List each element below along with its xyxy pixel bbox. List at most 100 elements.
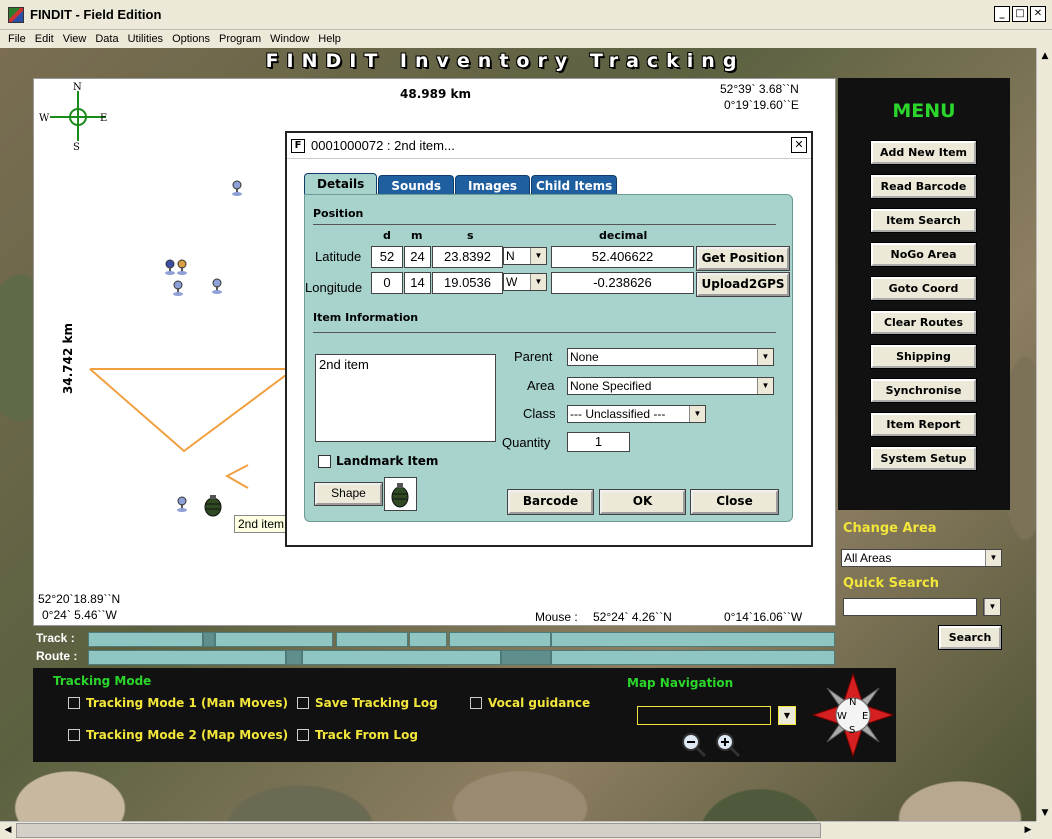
pin-icon[interactable] (176, 496, 188, 512)
menu-bar: File Edit View Data Utilities Options Pr… (0, 30, 1052, 48)
scroll-thumb[interactable] (16, 823, 821, 838)
dialog-close-icon[interactable]: ✕ (791, 137, 807, 153)
menu-utilities[interactable]: Utilities (128, 33, 163, 45)
tracking-mode-1-checkbox[interactable] (68, 697, 80, 709)
grenade-icon[interactable] (204, 493, 222, 517)
track-cell (336, 632, 408, 647)
nogo-area-button[interactable]: NoGo Area (870, 242, 977, 267)
chevron-down-icon[interactable]: ▼ (689, 406, 705, 422)
maximize-button[interactable]: □ (1012, 6, 1028, 22)
item-info-section-label: Item Information (313, 311, 419, 324)
change-area-select[interactable]: All Areas ▼ (841, 549, 1002, 567)
pin-icon[interactable] (231, 180, 243, 196)
tracking-mode-1-label: Tracking Mode 1 (Man Moves) (86, 696, 289, 710)
lon-degrees-field[interactable]: 0 (371, 272, 403, 294)
lat-direction-select[interactable]: N ▼ (503, 247, 547, 265)
item-report-button[interactable]: Item Report (870, 412, 977, 437)
system-setup-button[interactable]: System Setup (870, 446, 977, 471)
pin-icon[interactable] (176, 259, 188, 275)
chevron-down-icon[interactable]: ▼ (984, 599, 1000, 615)
item-search-button[interactable]: Item Search (870, 208, 977, 233)
scroll-down-icon[interactable]: ▼ (1037, 805, 1052, 821)
app-icon (8, 6, 24, 23)
chevron-down-icon[interactable]: ▼ (757, 378, 773, 394)
menu-help[interactable]: Help (318, 33, 341, 45)
quick-search-dropdown[interactable]: ▼ (983, 598, 1001, 616)
pin-icon[interactable] (164, 259, 176, 275)
tab-images[interactable]: Images (455, 175, 530, 195)
save-tracking-log-label: Save Tracking Log (315, 696, 438, 710)
lon-decimal-field[interactable]: -0.238626 (551, 272, 694, 294)
read-barcode-button[interactable]: Read Barcode (870, 174, 977, 199)
side-menu-panel: MENU Add New Item Read Barcode Item Sear… (838, 78, 1010, 510)
lon-seconds-field[interactable]: 19.0536 (432, 272, 503, 294)
scroll-right-icon[interactable]: ▶ (1020, 822, 1036, 838)
menu-program[interactable]: Program (219, 33, 261, 45)
close-button[interactable]: ✕ (1030, 6, 1046, 22)
scroll-up-icon[interactable]: ▲ (1037, 48, 1052, 64)
add-new-item-button[interactable]: Add New Item (870, 140, 977, 165)
tab-sounds[interactable]: Sounds (378, 175, 455, 195)
track-from-log-checkbox[interactable] (297, 729, 309, 741)
lon-minutes-field[interactable]: 14 (404, 272, 431, 294)
synchronise-button[interactable]: Synchronise (870, 378, 977, 403)
minimize-button[interactable]: _ (994, 6, 1010, 22)
tracking-mode-2-label: Tracking Mode 2 (Map Moves) (86, 728, 289, 742)
quick-search-input[interactable] (843, 598, 977, 616)
zoom-out-icon[interactable] (681, 732, 707, 758)
dialog-title-bar[interactable]: F 0001000072 : 2nd item... ✕ (287, 133, 811, 159)
quantity-field[interactable]: 1 (567, 432, 630, 452)
horizontal-scrollbar[interactable]: ◀ ▶ (0, 821, 1036, 839)
navigation-compass[interactable]: N S W E (811, 672, 895, 758)
chevron-down-icon[interactable]: ▼ (530, 274, 546, 290)
lat-seconds-field[interactable]: 23.8392 (432, 246, 503, 268)
save-tracking-log-checkbox[interactable] (297, 697, 309, 709)
tab-details[interactable]: Details (304, 173, 378, 195)
lat-minutes-field[interactable]: 24 (404, 246, 431, 268)
shape-button[interactable]: Shape (314, 482, 383, 506)
vocal-guidance-checkbox[interactable] (470, 697, 482, 709)
col-m-label: m (411, 229, 423, 242)
clear-routes-button[interactable]: Clear Routes (870, 310, 977, 335)
menu-file[interactable]: File (8, 33, 26, 45)
zoom-in-icon[interactable] (715, 732, 741, 758)
route-cell (501, 650, 551, 665)
search-button[interactable]: Search (938, 625, 1002, 650)
chevron-down-icon[interactable]: ▼ (778, 706, 796, 725)
chevron-down-icon[interactable]: ▼ (757, 349, 773, 365)
area-select[interactable]: None Specified ▼ (567, 377, 774, 395)
class-value: --- Unclassified --- (570, 407, 666, 421)
barcode-button[interactable]: Barcode (507, 489, 594, 515)
menu-view[interactable]: View (63, 33, 87, 45)
landmark-checkbox[interactable] (318, 455, 331, 468)
menu-edit[interactable]: Edit (35, 33, 54, 45)
tracking-mode-2-checkbox[interactable] (68, 729, 80, 741)
chevron-down-icon[interactable]: ▼ (985, 550, 1001, 566)
close-dialog-button[interactable]: Close (690, 489, 779, 515)
map-tooltip: 2nd item (234, 515, 289, 533)
pin-icon[interactable] (172, 280, 184, 296)
track-cell (203, 632, 215, 647)
menu-window[interactable]: Window (270, 33, 309, 45)
upload2gps-button[interactable]: Upload2GPS (696, 272, 790, 297)
pin-icon[interactable] (211, 278, 223, 294)
class-select[interactable]: --- Unclassified --- ▼ (567, 405, 706, 423)
ok-button[interactable]: OK (599, 489, 686, 515)
menu-data[interactable]: Data (95, 33, 118, 45)
scroll-left-icon[interactable]: ◀ (0, 822, 16, 838)
col-d-label: d (383, 229, 391, 242)
menu-options[interactable]: Options (172, 33, 210, 45)
chevron-down-icon[interactable]: ▼ (530, 248, 546, 264)
item-description-textarea[interactable]: 2nd item (315, 354, 496, 442)
lon-direction-select[interactable]: W ▼ (503, 273, 547, 291)
lat-degrees-field[interactable]: 52 (371, 246, 403, 268)
goto-coord-button[interactable]: Goto Coord (870, 276, 977, 301)
lat-decimal-field[interactable]: 52.406622 (551, 246, 694, 268)
shipping-button[interactable]: Shipping (870, 344, 977, 369)
vertical-scrollbar[interactable]: ▲ ▼ (1036, 48, 1052, 821)
track-cell (88, 632, 203, 647)
tab-child-items[interactable]: Child Items (530, 175, 618, 195)
parent-select[interactable]: None ▼ (567, 348, 774, 366)
map-navigation-select[interactable] (637, 706, 771, 725)
get-position-button[interactable]: Get Position (696, 246, 790, 271)
